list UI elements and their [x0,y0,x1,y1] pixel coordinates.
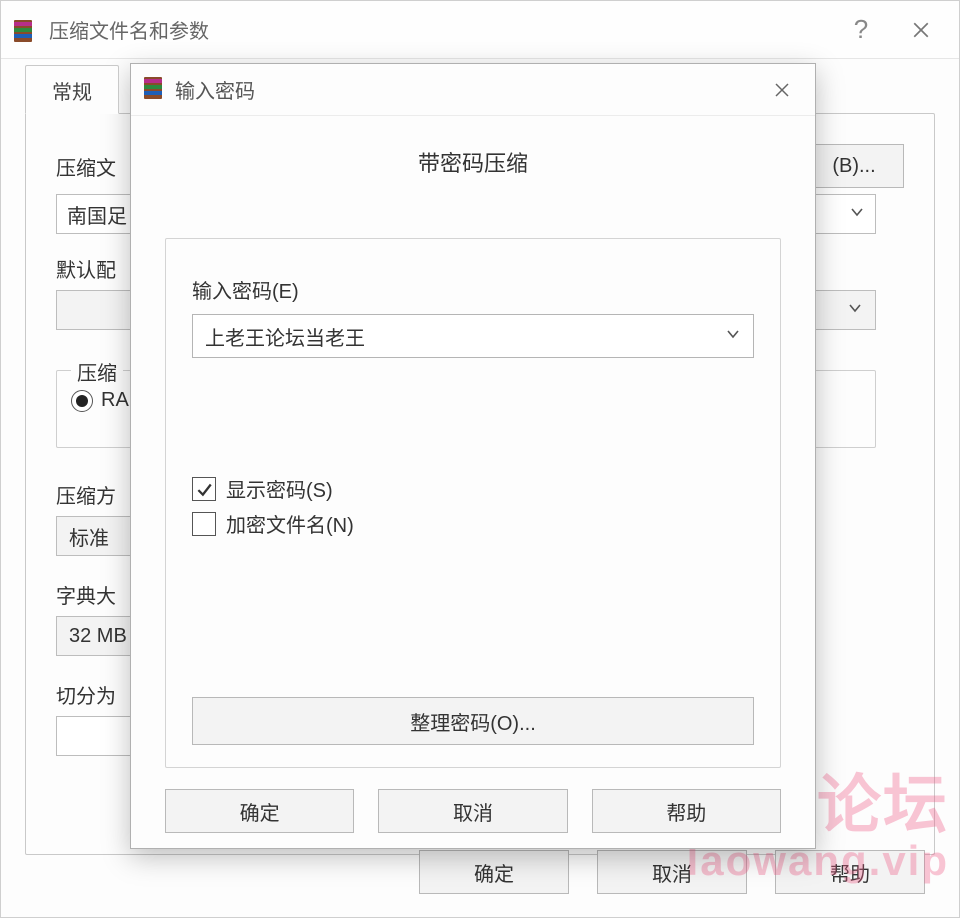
main-ok-button[interactable]: 确定 [419,850,569,894]
checkbox-checked-icon [192,477,216,501]
radio-rar-label: RA [101,389,129,412]
password-help-button[interactable]: 帮助 [592,789,781,833]
password-dialog: 输入密码 带密码压缩 输入密码(E) 上老王论坛当老王 显示密码(S) [130,63,816,849]
main-help-button[interactable]: 帮助 [775,850,925,894]
password-input-value: 上老王论坛当老王 [205,322,365,351]
compression-method-label: 压缩方 [56,480,116,509]
checkbox-unchecked-icon [192,512,216,536]
dictionary-size-label: 字典大 [56,580,116,609]
password-button-row: 确定 取消 帮助 [131,774,815,848]
radio-rar[interactable] [71,390,93,412]
password-groupbox: 输入密码(E) 上老王论坛当老王 显示密码(S) 加密文件名(N) [165,238,781,768]
encrypt-filenames-label: 加密文件名(N) [226,509,354,538]
archive-filename-value: 南国足 [67,200,127,229]
password-cancel-button[interactable]: 取消 [378,789,567,833]
password-input-label: 输入密码(E) [192,275,754,304]
compression-method-value: 标准 [69,522,109,551]
browse-button[interactable]: (B)... [804,144,904,188]
close-icon[interactable] [891,1,951,59]
dictionary-size-value: 32 MB [69,625,127,648]
filename-label: 压缩文 [56,152,116,181]
show-password-label: 显示密码(S) [226,474,333,503]
winrar-icon [9,16,37,44]
main-cancel-button[interactable]: 取消 [597,850,747,894]
password-ok-button[interactable]: 确定 [165,789,354,833]
chevron-down-icon [847,299,863,322]
chevron-down-icon [849,203,865,226]
password-input[interactable]: 上老王论坛当老王 [192,314,754,358]
chevron-down-icon [725,325,741,348]
show-password-checkbox[interactable]: 显示密码(S) [192,474,754,503]
main-window-title: 压缩文件名和参数 [49,15,209,44]
password-dialog-body: 带密码压缩 输入密码(E) 上老王论坛当老王 显示密码(S) 加密文件名(N) [131,116,815,774]
password-dialog-heading: 带密码压缩 [165,146,781,178]
default-profile-label: 默认配 [56,254,116,283]
tab-general[interactable]: 常规 [25,65,119,114]
organize-passwords-button[interactable]: 整理密码(O)... [192,697,754,745]
tab-strip: 常规 [25,65,935,114]
main-titlebar: 压缩文件名和参数 ? [1,1,959,59]
split-volumes-label: 切分为 [56,680,116,709]
encrypt-filenames-checkbox[interactable]: 加密文件名(N) [192,509,754,538]
help-button[interactable]: ? [831,1,891,59]
